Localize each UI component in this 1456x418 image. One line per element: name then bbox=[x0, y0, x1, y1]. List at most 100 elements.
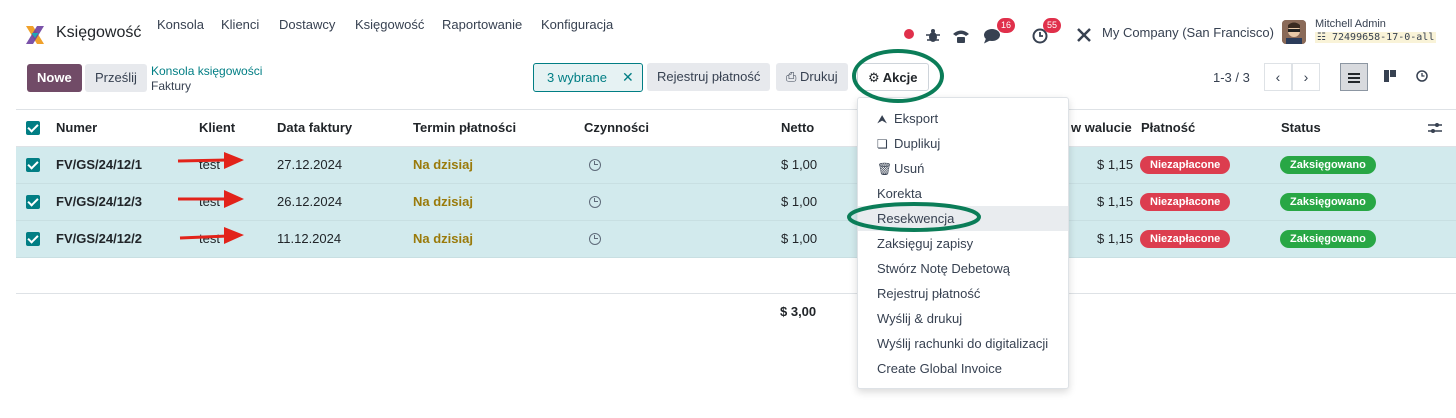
cell-total-currency: $ 1,15 bbox=[1097, 194, 1134, 209]
column-payment[interactable]: Płatność bbox=[1141, 110, 1195, 146]
debug-tools-icon[interactable] bbox=[1076, 24, 1092, 46]
cell-net: $ 1,00 bbox=[781, 194, 818, 209]
menu-konsola[interactable]: Konsola bbox=[157, 0, 204, 40]
list-view-button[interactable] bbox=[1340, 63, 1368, 91]
menu-dostawcy[interactable]: Dostawcy bbox=[279, 0, 335, 40]
cell-invoice-date: 26.12.2024 bbox=[277, 194, 343, 209]
gear-icon: ⚙ bbox=[868, 70, 883, 85]
menu-item-duplicate[interactable]: ❏ Duplikuj bbox=[858, 131, 1068, 156]
cell-net: $ 1,00 bbox=[781, 231, 818, 246]
menu-item-label: Eksport bbox=[894, 111, 939, 126]
actions-dropdown-menu: ⮝ Eksport ❏ Duplikuj 🗑 Usuń Korekta Resekwe… bbox=[857, 97, 1069, 389]
menu-item-resequence[interactable]: Resekwencja bbox=[858, 206, 1068, 231]
cell-number: FV/GS/24/12/2 bbox=[56, 231, 142, 246]
upload-button[interactable]: Prześlij bbox=[85, 64, 147, 92]
menu-item-label: Usuń bbox=[894, 161, 925, 176]
status-badge: Zaksięgowano bbox=[1280, 193, 1376, 211]
menu-item-delete[interactable]: 🗑 Usuń bbox=[858, 156, 1068, 181]
pager-previous-button[interactable]: ‹ bbox=[1264, 63, 1292, 91]
pager-value[interactable]: 1-3 / 3 bbox=[1213, 70, 1250, 85]
app-title[interactable]: Księgowość bbox=[56, 24, 141, 42]
column-net[interactable]: Netto bbox=[781, 110, 814, 146]
breadcrumb-parent[interactable]: Konsola księgowości bbox=[151, 64, 262, 78]
actions-button[interactable]: ⚙ Akcje bbox=[857, 63, 929, 91]
activity-clock-icon[interactable] bbox=[589, 159, 601, 171]
menu-item-register-payment[interactable]: Rejestruj płatność bbox=[858, 281, 1068, 306]
kanban-view-button[interactable] bbox=[1376, 63, 1404, 91]
list-view-icon bbox=[1348, 73, 1360, 83]
menu-ksiegowosc[interactable]: Księgowość bbox=[355, 0, 424, 40]
column-status[interactable]: Status bbox=[1281, 110, 1321, 146]
menu-item-global-invoice[interactable]: Create Global Invoice bbox=[858, 356, 1068, 381]
breadcrumb-current: Faktury bbox=[151, 79, 192, 93]
print-button[interactable]: ⎙ Drukuj bbox=[776, 63, 848, 91]
user-avatar[interactable] bbox=[1282, 20, 1306, 44]
database-name: ☷ 72499658-17-0-all bbox=[1315, 32, 1437, 43]
cell-due-date: Na dzisiaj bbox=[413, 231, 473, 246]
cell-client: test bbox=[199, 157, 220, 172]
new-button[interactable]: Nowe bbox=[27, 64, 82, 92]
column-invoice-date[interactable]: Data faktury bbox=[277, 110, 352, 146]
accounting-app-icon[interactable] bbox=[24, 24, 46, 46]
actions-label: Akcje bbox=[882, 70, 918, 85]
column-total-currency[interactable]: w walucie bbox=[1071, 110, 1132, 146]
menu-raportowanie[interactable]: Raportowanie bbox=[442, 0, 522, 40]
selection-counter: 3 wybrane ✕ bbox=[533, 63, 643, 92]
menu-item-send-digitalization[interactable]: Wyślij rachunki do digitalizacji bbox=[858, 331, 1068, 356]
copy-icon: ❏ bbox=[877, 137, 888, 151]
database-name-text: 72499658-17-0-all bbox=[1332, 32, 1435, 43]
table-row[interactable]: FV/GS/24/12/1 test 27.12.2024 Na dzisiaj… bbox=[16, 147, 1456, 184]
trash-icon: 🗑 bbox=[877, 162, 893, 176]
menu-item-label: Duplikuj bbox=[894, 136, 941, 151]
column-number[interactable]: Numer bbox=[56, 110, 97, 146]
chat-badge: 16 bbox=[997, 18, 1016, 33]
table-row[interactable]: FV/GS/24/12/3 test 26.12.2024 Na dzisiaj… bbox=[16, 184, 1456, 221]
row-checkbox[interactable] bbox=[26, 195, 40, 209]
column-activities[interactable]: Czynności bbox=[584, 110, 649, 146]
top-navbar: Księgowość Konsola Klienci Dostawcy Księ… bbox=[0, 0, 1456, 50]
company-switcher[interactable]: My Company (San Francisco) bbox=[1102, 25, 1274, 40]
payment-status-badge: Niezapłacone bbox=[1140, 156, 1231, 174]
cell-total-currency: $ 1,15 bbox=[1097, 231, 1134, 246]
table-header: Numer Klient Data faktury Termin płatnoś… bbox=[16, 109, 1456, 147]
activity-badge: 55 bbox=[1043, 18, 1062, 33]
activity-view-icon bbox=[1416, 70, 1428, 82]
cell-client: test bbox=[199, 194, 220, 209]
total-net: $ 3,00 bbox=[780, 304, 817, 319]
cell-due-date: Na dzisiaj bbox=[413, 194, 473, 209]
menu-item-correction[interactable]: Korekta bbox=[858, 181, 1068, 206]
status-badge: Zaksięgowano bbox=[1280, 230, 1376, 248]
recording-dot-icon[interactable] bbox=[904, 29, 914, 39]
activity-view-button[interactable] bbox=[1408, 63, 1436, 91]
menu-konfiguracja[interactable]: Konfiguracja bbox=[541, 0, 613, 40]
row-checkbox[interactable] bbox=[26, 232, 40, 246]
register-payment-button[interactable]: Rejestruj płatność bbox=[647, 63, 771, 91]
printer-icon: ⎙ bbox=[786, 69, 801, 84]
column-client[interactable]: Klient bbox=[199, 110, 235, 146]
menu-klienci[interactable]: Klienci bbox=[221, 0, 259, 40]
pager-next-button[interactable]: › bbox=[1292, 63, 1320, 91]
row-checkbox[interactable] bbox=[26, 158, 40, 172]
cell-due-date: Na dzisiaj bbox=[413, 157, 473, 172]
print-label: Drukuj bbox=[800, 69, 838, 84]
menu-item-post-entries[interactable]: Zaksięguj zapisy bbox=[858, 231, 1068, 256]
cell-invoice-date: 27.12.2024 bbox=[277, 157, 343, 172]
column-due-date[interactable]: Termin płatności bbox=[413, 110, 516, 146]
phone-icon[interactable] bbox=[952, 25, 970, 47]
activity-clock-icon[interactable] bbox=[589, 233, 601, 245]
user-name[interactable]: Mitchell Admin bbox=[1315, 18, 1386, 30]
cell-client: test bbox=[199, 231, 220, 246]
bug-icon[interactable] bbox=[926, 25, 940, 47]
cell-number: FV/GS/24/12/1 bbox=[56, 157, 142, 172]
select-all-checkbox[interactable] bbox=[26, 121, 40, 135]
cell-number: FV/GS/24/12/3 bbox=[56, 194, 142, 209]
menu-item-export[interactable]: ⮝ Eksport bbox=[858, 106, 1068, 131]
activity-clock-icon[interactable] bbox=[589, 196, 601, 208]
unselect-all-icon[interactable]: ✕ bbox=[622, 64, 634, 91]
table-row[interactable]: FV/GS/24/12/2 test 11.12.2024 Na dzisiaj… bbox=[16, 221, 1456, 258]
kanban-view-icon bbox=[1384, 70, 1396, 82]
cell-invoice-date: 11.12.2024 bbox=[277, 231, 342, 246]
menu-item-debit-note[interactable]: Stwórz Notę Debetową bbox=[858, 256, 1068, 281]
menu-item-send-print[interactable]: Wyślij & drukuj bbox=[858, 306, 1068, 331]
optional-columns-icon[interactable] bbox=[1428, 122, 1442, 134]
